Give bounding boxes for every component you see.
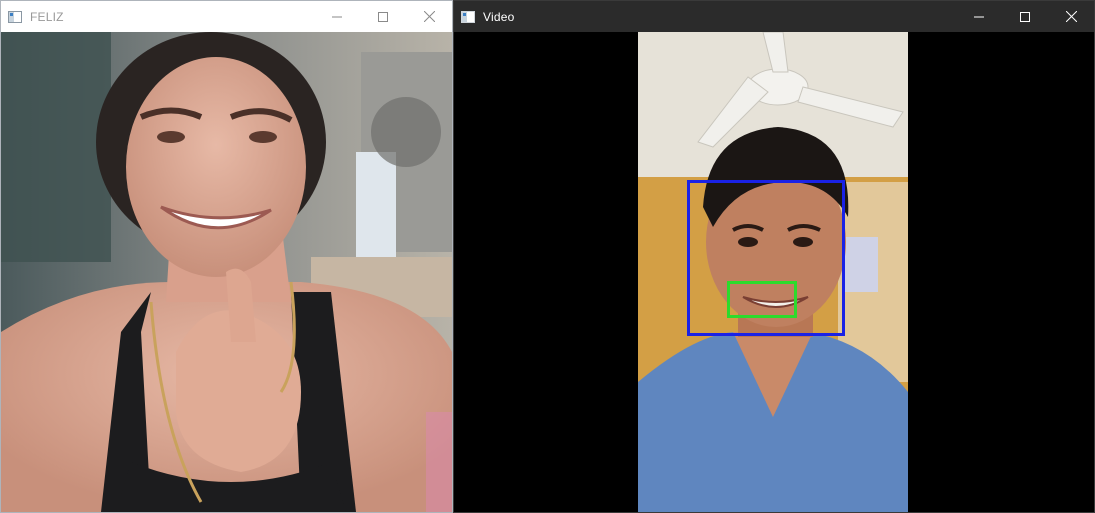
video-content <box>454 32 1094 512</box>
feliz-close-button[interactable] <box>406 1 452 32</box>
feliz-titlebar[interactable]: FELIZ <box>1 1 452 32</box>
video-titlebar[interactable]: Video <box>454 1 1094 32</box>
video-minimize-button[interactable] <box>956 1 1002 32</box>
minimize-icon <box>332 16 342 17</box>
camera-feed <box>638 32 908 512</box>
maximize-icon <box>378 11 388 22</box>
feliz-window: FELIZ <box>0 0 453 513</box>
feliz-window-controls <box>314 1 452 32</box>
window-app-icon <box>461 10 475 23</box>
video-maximize-button[interactable] <box>1002 1 1048 32</box>
feliz-maximize-button[interactable] <box>360 1 406 32</box>
smile-detection-box <box>727 281 797 318</box>
feliz-window-title: FELIZ <box>30 9 64 24</box>
window-app-icon <box>8 10 22 23</box>
video-window: Video <box>453 0 1095 513</box>
close-icon <box>423 11 435 22</box>
video-window-controls <box>956 1 1094 32</box>
feliz-video-content <box>1 32 452 512</box>
minimize-icon <box>974 16 984 17</box>
video-close-button[interactable] <box>1048 1 1094 32</box>
maximize-icon <box>1020 11 1030 22</box>
feliz-video-frame <box>1 32 452 512</box>
feliz-minimize-button[interactable] <box>314 1 360 32</box>
close-icon <box>1065 11 1077 22</box>
video-window-title: Video <box>483 9 515 24</box>
